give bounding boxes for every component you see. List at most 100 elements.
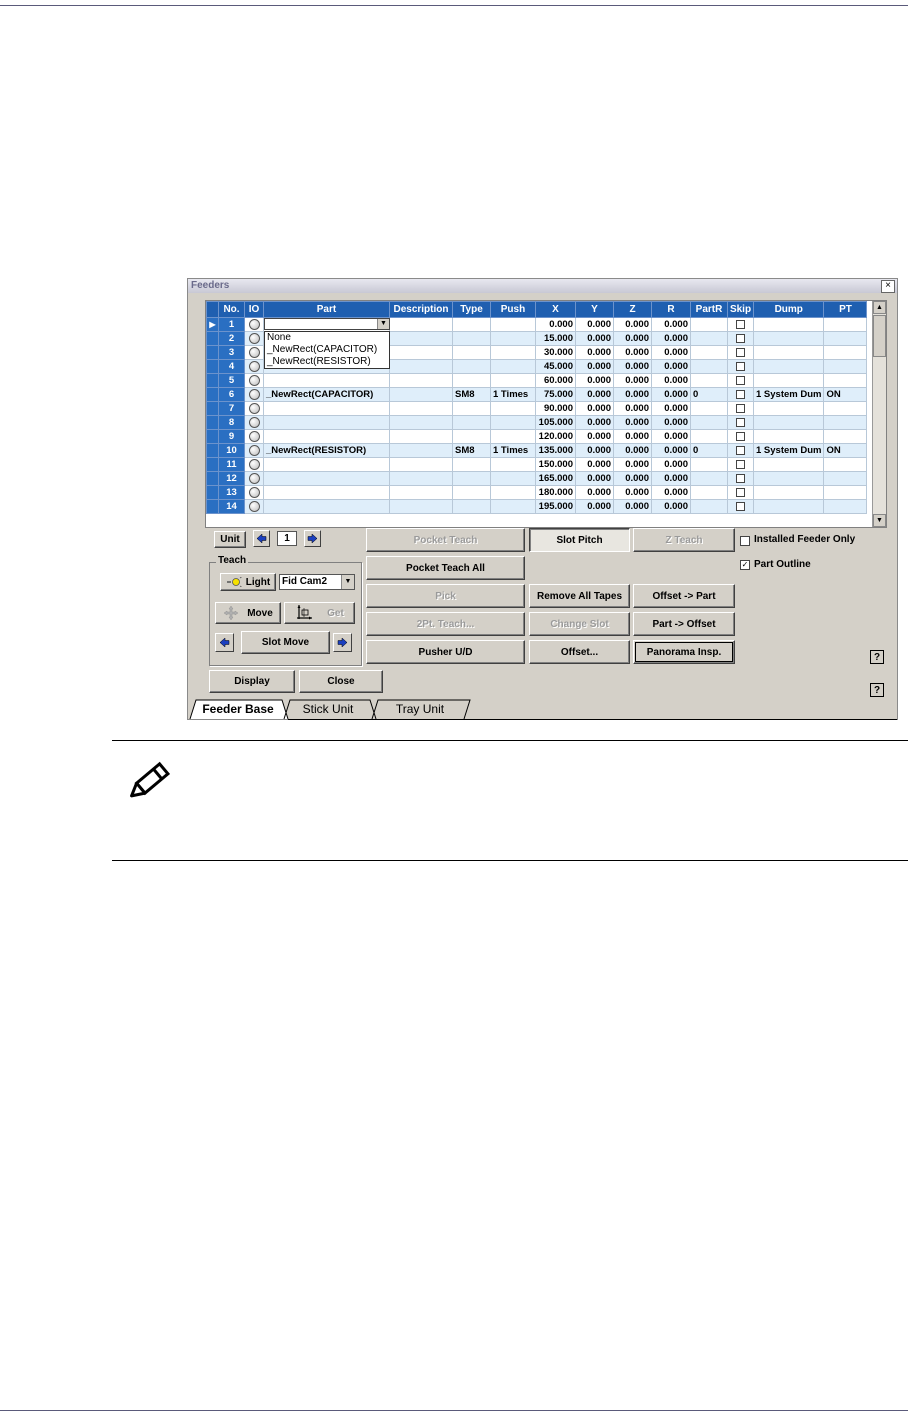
skip-checkbox[interactable] bbox=[736, 445, 745, 455]
skip-checkbox[interactable] bbox=[736, 375, 745, 385]
row-indicator[interactable] bbox=[206, 429, 219, 444]
skip-checkbox[interactable] bbox=[736, 431, 745, 441]
cell-z[interactable]: 0.000 bbox=[613, 457, 652, 472]
grid-header-x[interactable]: X bbox=[535, 301, 576, 318]
cell-description[interactable] bbox=[389, 331, 453, 346]
cell-type[interactable] bbox=[452, 429, 491, 444]
cell-dump[interactable] bbox=[752, 457, 825, 472]
pusher-button[interactable]: Pusher U/D bbox=[366, 640, 525, 664]
cell-dump[interactable] bbox=[752, 359, 825, 374]
cell-type[interactable] bbox=[452, 415, 491, 430]
cell-pt[interactable] bbox=[823, 331, 868, 346]
table-row[interactable]: 5 60.000 0.000 0.000 0.000 bbox=[206, 373, 868, 388]
cell-y[interactable]: 0.000 bbox=[575, 345, 614, 360]
cell-part[interactable] bbox=[263, 401, 390, 416]
row-indicator[interactable] bbox=[206, 457, 219, 472]
cell-partr[interactable] bbox=[690, 401, 728, 416]
part-to-offset-button[interactable]: Part -> Offset bbox=[633, 612, 735, 636]
cell-type[interactable] bbox=[452, 359, 491, 374]
z-teach-button[interactable]: Z Teach bbox=[633, 528, 735, 552]
part-dropdown-list[interactable]: None _NewRect(CAPACITOR) _NewRect(RESIST… bbox=[264, 331, 390, 369]
grid-header-skip[interactable]: Skip bbox=[727, 301, 754, 318]
cell-push[interactable] bbox=[490, 317, 536, 332]
cell-part[interactable] bbox=[263, 373, 390, 388]
table-row[interactable]: 12 165.000 0.000 0.000 0.000 bbox=[206, 471, 868, 486]
grid-header-partr[interactable]: PartR bbox=[690, 301, 728, 318]
cell-z[interactable]: 0.000 bbox=[613, 387, 652, 402]
grid-header-no[interactable]: No. bbox=[218, 301, 245, 318]
cell-partr[interactable] bbox=[690, 415, 728, 430]
cell-partr[interactable]: 0 bbox=[690, 387, 728, 402]
cell-type[interactable]: SM8 bbox=[452, 443, 491, 458]
cell-type[interactable] bbox=[452, 317, 491, 332]
chevron-down-icon[interactable]: ▼ bbox=[341, 575, 354, 589]
cell-r[interactable]: 0.000 bbox=[651, 317, 691, 332]
cell-r[interactable]: 0.000 bbox=[651, 359, 691, 374]
table-row[interactable]: 10 _NewRect(RESISTOR) SM8 1 Times 135.000 0.0… bbox=[206, 443, 868, 458]
chevron-down-icon[interactable]: ▼ bbox=[377, 319, 389, 329]
slot-move-prev-button[interactable] bbox=[215, 633, 234, 652]
cell-y[interactable]: 0.000 bbox=[575, 471, 614, 486]
panorama-insp-button[interactable]: Panorama Insp. bbox=[633, 640, 735, 664]
cell-partr[interactable] bbox=[690, 485, 728, 500]
cell-y[interactable]: 0.000 bbox=[575, 443, 614, 458]
cell-partr[interactable] bbox=[690, 345, 728, 360]
cell-partr[interactable] bbox=[690, 457, 728, 472]
cell-y[interactable]: 0.000 bbox=[575, 387, 614, 402]
scroll-thumb[interactable] bbox=[873, 315, 886, 357]
cell-push[interactable] bbox=[490, 331, 536, 346]
cell-pt[interactable] bbox=[823, 359, 868, 374]
row-indicator[interactable] bbox=[206, 345, 219, 360]
cell-push[interactable] bbox=[490, 471, 536, 486]
cell-z[interactable]: 0.000 bbox=[613, 499, 652, 514]
close-window-button[interactable]: × bbox=[881, 280, 895, 293]
cell-y[interactable]: 0.000 bbox=[575, 457, 614, 472]
cell-r[interactable]: 0.000 bbox=[651, 345, 691, 360]
table-row[interactable]: 13 180.000 0.000 0.000 0.000 bbox=[206, 485, 868, 500]
row-indicator[interactable]: ▶ bbox=[206, 317, 219, 332]
table-row[interactable]: 7 90.000 0.000 0.000 0.000 bbox=[206, 401, 868, 416]
part-outline-checkbox[interactable]: ✓ bbox=[740, 560, 750, 570]
grid-header-description[interactable]: Description bbox=[389, 301, 453, 318]
dropdown-option[interactable]: None bbox=[267, 332, 387, 344]
cell-type[interactable] bbox=[452, 345, 491, 360]
pick-button[interactable]: Pick bbox=[366, 584, 525, 608]
cell-y[interactable]: 0.000 bbox=[575, 331, 614, 346]
grid-header-io[interactable]: IO bbox=[244, 301, 264, 318]
cell-z[interactable]: 0.000 bbox=[613, 443, 652, 458]
get-button[interactable]: Get bbox=[284, 602, 355, 624]
cell-part[interactable]: _NewRect(RESISTOR) bbox=[263, 443, 390, 458]
cell-description[interactable] bbox=[389, 457, 453, 472]
skip-checkbox[interactable] bbox=[736, 347, 745, 357]
cell-r[interactable]: 0.000 bbox=[651, 387, 691, 402]
cell-x[interactable]: 15.000 bbox=[535, 331, 576, 346]
cell-pt[interactable] bbox=[823, 457, 868, 472]
cell-z[interactable]: 0.000 bbox=[613, 401, 652, 416]
grid-header-y[interactable]: Y bbox=[575, 301, 614, 318]
slot-pitch-button[interactable]: Slot Pitch bbox=[529, 528, 630, 552]
cell-x[interactable]: 60.000 bbox=[535, 373, 576, 388]
cell-dump[interactable] bbox=[752, 485, 825, 500]
offset-button[interactable]: Offset... bbox=[529, 640, 630, 664]
help-button[interactable]: ? bbox=[870, 683, 884, 697]
row-indicator[interactable] bbox=[206, 471, 219, 486]
cell-push[interactable]: 1 Times bbox=[490, 387, 536, 402]
table-row[interactable]: 9 120.000 0.000 0.000 0.000 bbox=[206, 429, 868, 444]
cell-type[interactable] bbox=[452, 373, 491, 388]
cell-dump[interactable] bbox=[752, 415, 825, 430]
cell-dump[interactable] bbox=[752, 401, 825, 416]
light-button[interactable]: Light bbox=[220, 573, 276, 591]
row-indicator[interactable] bbox=[206, 401, 219, 416]
skip-checkbox[interactable] bbox=[736, 403, 745, 413]
cell-partr[interactable] bbox=[690, 471, 728, 486]
unit-prev-button[interactable] bbox=[253, 530, 270, 547]
cell-type[interactable] bbox=[452, 457, 491, 472]
display-button[interactable]: Display bbox=[209, 670, 295, 693]
grid-header-dump[interactable]: Dump bbox=[752, 301, 825, 318]
skip-checkbox[interactable] bbox=[736, 459, 745, 469]
change-slot-button[interactable]: Change Slot bbox=[529, 612, 630, 636]
grid-vertical-scrollbar[interactable]: ▲ ▼ bbox=[872, 301, 886, 527]
skip-checkbox[interactable] bbox=[736, 487, 745, 497]
scroll-down-icon[interactable]: ▼ bbox=[873, 514, 886, 527]
tab-tray-unit[interactable]: Tray Unit bbox=[372, 699, 468, 719]
